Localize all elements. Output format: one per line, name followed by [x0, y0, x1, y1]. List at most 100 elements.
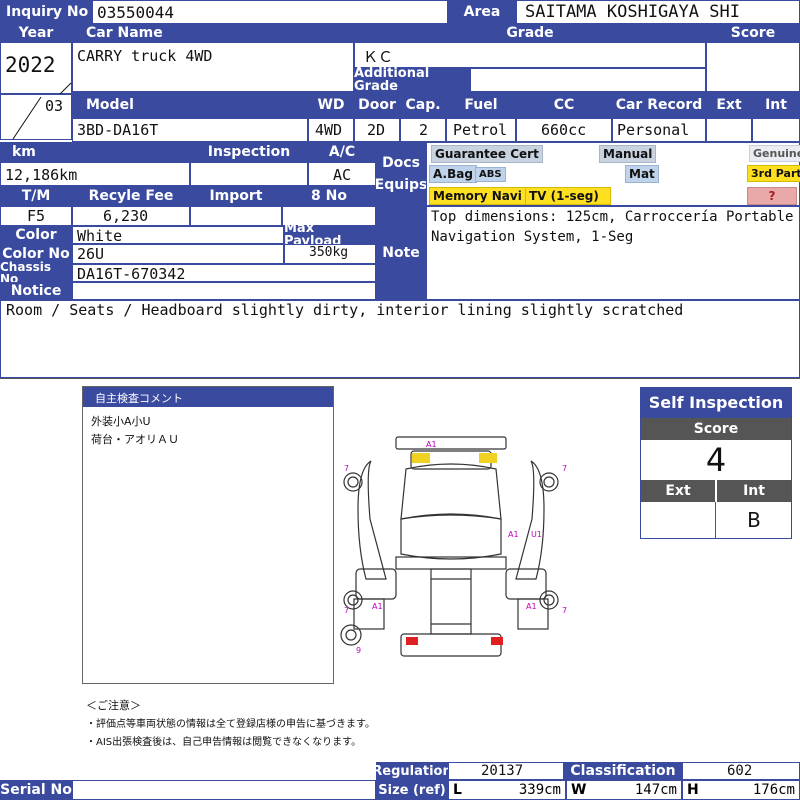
size-ref-label: Size (ref) [376, 780, 448, 800]
classification-label: Classification [564, 762, 682, 780]
size-h-value: 176cm [752, 782, 795, 798]
cap-value: 2 [400, 118, 446, 142]
comment-title: 自主検査コメント [83, 387, 333, 407]
tm-value: F5 [0, 206, 72, 226]
self-ext-value [641, 502, 716, 538]
import-value [190, 206, 282, 226]
chassis-no-value: DA16T-670342 [72, 264, 376, 282]
svg-text:A1: A1 [508, 530, 519, 539]
self-int-value: B [747, 508, 761, 532]
third-party-tag: 3rd Party [747, 165, 800, 182]
serial-no-label: Serial No [0, 780, 72, 800]
ext-label: Ext [706, 92, 752, 118]
score-value [706, 42, 800, 92]
km-label: km [0, 142, 190, 162]
size-l-value: 339cm [518, 782, 561, 798]
comment-line-1: 外装小A小U [91, 415, 151, 428]
recycle-fee-label: Recyle Fee [72, 186, 190, 206]
regulation-value: 20137 [448, 762, 564, 780]
door-value: 2D [354, 118, 400, 142]
equipment-panel: Guarantee Cert Manual Genuine A.Bag ABS … [426, 142, 800, 206]
svg-text:7: 7 [562, 606, 567, 615]
size-w-cell: W 147cm [566, 780, 682, 800]
truck-diagram: A1 7 7 A1 U1 7 A1 7 A1 9 [340, 436, 567, 657]
svg-text:U1: U1 [531, 530, 542, 539]
int-label: Int [752, 92, 800, 118]
chassis-no-label: Chassis No [0, 261, 72, 285]
max-payload-label: Max Payload [284, 222, 376, 248]
tm-label: T/M [0, 186, 72, 206]
self-score-value: 4 [705, 441, 727, 479]
size-l-cell: L 339cm [448, 780, 566, 800]
caution-line-1: ・評価点等車両状態の情報は全て登録店様の申告に基づきます。 [86, 719, 375, 730]
caution-line-2: ・AIS出張検査後は、自己申告情報は閲覧できなくなります。 [86, 737, 362, 748]
cap-label: Cap. [400, 92, 446, 118]
genuine-tag: Genuine [749, 145, 800, 162]
mat-tag: Mat [625, 165, 659, 183]
self-ext-label: Ext [641, 480, 715, 502]
size-w-label: W [571, 782, 587, 798]
color-label: Color [0, 226, 72, 244]
inspection-area: 自主検査コメント 外装小A小U 荷台・アオリＡＵ A1 7 7 A1 U1 7 … [0, 378, 800, 762]
fuel-label: Fuel [446, 92, 516, 118]
car-record-label: Car Record [612, 92, 706, 118]
grade-label: Grade [354, 24, 706, 42]
cc-value: 660cc [516, 118, 612, 142]
svg-text:7: 7 [562, 464, 567, 473]
max-payload-value: 350kg [284, 244, 376, 264]
docs-equips-label: Docs Equips [375, 142, 427, 206]
inspection-value [190, 162, 308, 186]
color-value: White [72, 226, 284, 244]
km-value: 12,186km [0, 162, 190, 186]
size-w-value: 147cm [634, 782, 677, 798]
svg-text:9: 9 [356, 646, 361, 655]
self-inspection-box: Self Inspection Score 4 Ext Int B [640, 387, 792, 539]
notice-label: Notice [0, 282, 72, 300]
self-inspection-title: Self Inspection [641, 388, 791, 418]
year-label: Year [0, 24, 72, 42]
svg-text:7: 7 [344, 464, 349, 473]
area-label: Area [448, 0, 516, 24]
car-name-label: Car Name [72, 24, 354, 42]
abs-tag: ABS [475, 167, 506, 182]
self-score-label: Score [641, 418, 791, 440]
additional-grade-label: Additional Grade [354, 67, 470, 93]
notice-header-spacer [72, 282, 376, 300]
manual-tag: Manual [599, 145, 657, 163]
notice-text: Room / Seats / Headboard slightly dirty,… [0, 300, 800, 378]
svg-text:A1: A1 [372, 602, 383, 611]
year-cell: 2022 [0, 42, 72, 95]
ac-value: AC [308, 162, 376, 186]
classification-value: 602 [682, 762, 800, 780]
8no-label: 8 No [282, 186, 376, 206]
month-cell: 03 [0, 94, 72, 140]
question-tag: ? [747, 187, 797, 205]
ext-value [706, 118, 752, 142]
additional-grade-value [470, 68, 706, 92]
import-label: Import [190, 186, 282, 206]
model-label: Model [72, 92, 308, 118]
int-value [752, 118, 800, 142]
note-label: Note [376, 206, 426, 300]
year-diagonal [58, 82, 72, 95]
size-l-label: L [453, 782, 462, 798]
car-name-value: CARRY truck 4WD [72, 42, 354, 92]
svg-text:7: 7 [344, 606, 349, 615]
inquiry-no-label: Inquiry No [0, 0, 92, 24]
recycle-fee-value: 6,230 [72, 206, 190, 226]
abag-tag: A.Bag [429, 165, 477, 183]
score-label: Score [706, 24, 800, 42]
size-h-cell: H 176cm [682, 780, 800, 800]
area-value: SAITAMA KOSHIGAYA SHI [516, 0, 800, 24]
ac-label: A/C [308, 142, 376, 162]
caution-title: ＜ご注意＞ [86, 699, 141, 712]
mark-label: A1 [426, 440, 437, 449]
comment-box: 自主検査コメント 外装小A小U 荷台・アオリＡＵ [82, 386, 334, 684]
guarantee-cert-tag: Guarantee Cert [431, 145, 543, 163]
car-record-value: Personal [612, 118, 706, 142]
regulation-label: Regulation [372, 762, 452, 780]
comment-line-2: 荷台・アオリＡＵ [91, 433, 179, 446]
serial-no-value [72, 780, 376, 800]
self-int-label: Int [717, 480, 791, 502]
memory-navi-tag: Memory Navi [429, 187, 526, 205]
